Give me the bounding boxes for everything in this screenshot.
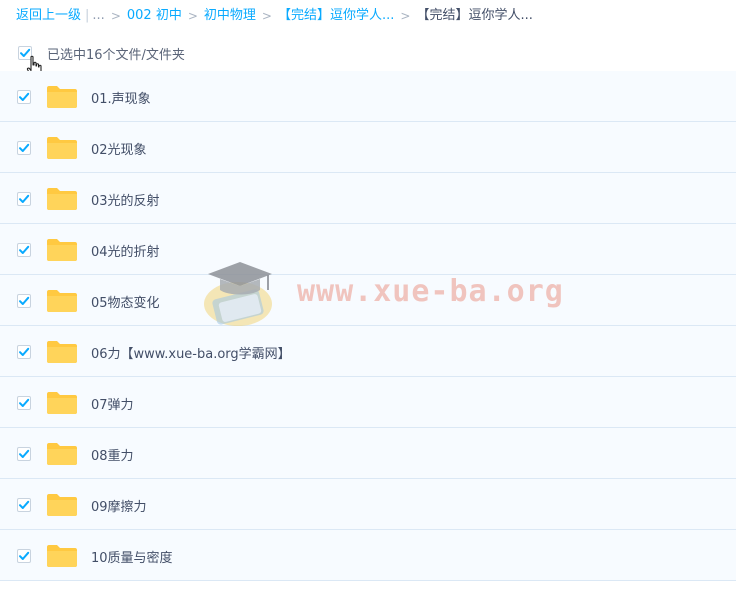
folder-icon [47,392,77,414]
check-icon [19,92,30,101]
file-name[interactable]: 07弹力 [91,394,134,413]
breadcrumb-ellipsis[interactable]: ... [92,7,104,25]
file-row[interactable]: 03光的反射 [0,173,736,224]
breadcrumb-separator: > [110,9,121,23]
file-name[interactable]: 01.声现象 [91,88,151,107]
breadcrumb: 返回上一级 | ... > 002 初中 > 初中物理 > 【完结】逗你学人..… [16,7,533,25]
check-icon [19,398,30,407]
check-icon [20,48,31,57]
row-checkbox[interactable] [17,549,31,563]
breadcrumb-separator: > [187,9,198,23]
file-name[interactable]: 08重力 [91,445,134,464]
folder-icon [47,239,77,261]
file-row[interactable]: 01.声现象 [0,71,736,122]
folder-icon [47,290,77,312]
file-name[interactable]: 02光现象 [91,139,147,158]
file-name[interactable]: 05物态变化 [91,292,160,311]
row-checkbox[interactable] [17,345,31,359]
breadcrumb-item[interactable]: 002 初中 [127,7,182,25]
folder-icon [47,86,77,108]
row-checkbox[interactable] [17,90,31,104]
file-name[interactable]: 09摩擦力 [91,496,147,515]
folder-icon [47,443,77,465]
file-row[interactable]: 09摩擦力 [0,479,736,530]
check-icon [19,143,30,152]
check-icon [19,296,30,305]
file-row[interactable]: 02光现象 [0,122,736,173]
row-checkbox[interactable] [17,294,31,308]
breadcrumb-separator: > [261,9,272,23]
back-link[interactable]: 返回上一级 [16,7,81,25]
check-icon [19,194,30,203]
file-row[interactable]: 04光的折射 [0,224,736,275]
check-icon [19,551,30,560]
file-name[interactable]: 06力【www.xue-ba.org学霸网】 [91,343,291,362]
check-icon [19,500,30,509]
breadcrumb-divider: | [85,8,90,23]
row-checkbox[interactable] [17,498,31,512]
folder-icon [47,494,77,516]
selection-bar: 已选中16个文件/文件夹 [0,38,736,68]
row-checkbox[interactable] [17,447,31,461]
row-checkbox[interactable] [17,192,31,206]
breadcrumb-item[interactable]: 初中物理 [204,7,256,25]
folder-icon [47,545,77,567]
file-name[interactable]: 10质量与密度 [91,547,173,566]
row-checkbox[interactable] [17,396,31,410]
file-row[interactable]: 06力【www.xue-ba.org学霸网】 [0,326,736,377]
check-icon [19,347,30,356]
row-checkbox[interactable] [17,243,31,257]
breadcrumb-item[interactable]: 【完结】逗你学人... [278,7,394,25]
folder-icon [47,137,77,159]
breadcrumb-separator: > [400,9,411,23]
file-row[interactable]: 08重力 [0,428,736,479]
check-icon [19,245,30,254]
file-row[interactable]: 05物态变化 [0,275,736,326]
check-icon [19,449,30,458]
file-name[interactable]: 04光的折射 [91,241,160,260]
select-all-checkbox[interactable] [18,46,32,60]
file-row[interactable]: 07弹力 [0,377,736,428]
file-list: 01.声现象 02光现象 03光的反射 04光的折射 05物态变化 06力【ww… [0,71,736,581]
folder-icon [47,188,77,210]
file-name[interactable]: 03光的反射 [91,190,160,209]
breadcrumb-current: 【完结】逗你学人... [416,8,533,23]
selection-count-label: 已选中16个文件/文件夹 [47,48,185,63]
folder-icon [47,341,77,363]
file-row[interactable]: 10质量与密度 [0,530,736,581]
row-checkbox[interactable] [17,141,31,155]
